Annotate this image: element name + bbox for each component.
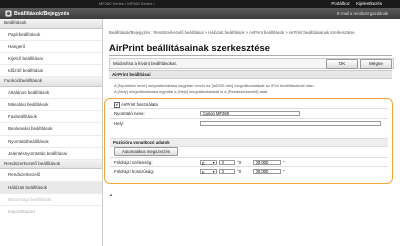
longitude-degrees-input[interactable] <box>219 168 235 174</box>
latitude-minutes-prefix: °0 <box>237 160 242 165</box>
latitude-suffix: " <box>283 160 285 165</box>
breadcrumb: Beállítások/Bejegyzés : Rendszerkezelő b… <box>109 30 355 35</box>
longitude-suffix: " <box>283 169 285 174</box>
section-title: AirPrint beállításai <box>112 72 151 77</box>
row-divider <box>110 157 388 158</box>
sidebar-item-volume[interactable]: Hangerő <box>0 41 102 53</box>
sidebar-item-paper-settings[interactable]: Papírbeállítások <box>0 29 102 41</box>
note-printer-name: A [Nyomtató neve] megváltoztatása nagyba… <box>114 83 315 88</box>
sidebar-item-general-settings[interactable]: Általános beállítások <box>0 87 102 99</box>
location-input[interactable] <box>200 120 381 126</box>
sidebar-item-printer-settings[interactable]: Nyomtatóbeállítások <box>0 136 102 148</box>
chevron-down-icon: ▼ <box>212 169 216 174</box>
back-to-top-icon[interactable]: ▲ <box>109 192 113 197</box>
latitude-direction-select[interactable]: É ▼ <box>200 159 217 166</box>
title-divider <box>109 55 392 56</box>
portal-link[interactable]: Portálhoz <box>331 1 350 6</box>
sidebar-item-import-export[interactable]: Import/Export <box>0 206 102 217</box>
logout-link[interactable]: Kijelentkezés <box>356 1 382 6</box>
product-name: MF260 Series / MF260 Series / <box>99 1 155 7</box>
sidebar-item-network-settings[interactable]: Hálózati beállítások <box>0 181 102 194</box>
sidebar-item-display-settings[interactable]: Kijelző beállításai <box>0 53 102 66</box>
printer-name-input[interactable] <box>200 110 300 116</box>
email-admin-link[interactable]: E-mail a rendszergazdának <box>337 11 388 16</box>
row-divider <box>110 108 388 109</box>
sidebar-item-scan-settings[interactable]: Beolvasási beállítások <box>0 123 102 136</box>
sidebar-item-timer-settings[interactable]: Időzítő beállításai <box>0 65 102 78</box>
sidebar-header-function-settings: Funkcióbeállítások <box>0 77 102 87</box>
printer-name-label: Nyomtató neve: <box>114 111 145 116</box>
header-bar: Beállítások/Bejegyzés E-mail a rendszerg… <box>0 8 400 19</box>
section-header: AirPrint beállításai <box>109 70 392 79</box>
longitude-seconds-input[interactable] <box>253 168 281 174</box>
sidebar: Beállítások Papírbeállítások Hangerő Kij… <box>0 19 103 246</box>
sidebar-item-system-admin[interactable]: Rendszerkezelő <box>0 169 102 182</box>
settings-icon <box>5 10 12 17</box>
top-links: Portálhoz Kijelentkezés <box>326 1 382 6</box>
airprint-checkbox-label: AirPrint használata <box>121 102 158 107</box>
row-divider <box>110 118 388 119</box>
sidebar-item-fax-settings[interactable]: Faxbeállítások <box>0 111 102 124</box>
page-title: AirPrint beállításainak szerkesztése <box>109 43 271 54</box>
latitude-degrees-input[interactable] <box>219 159 235 165</box>
chevron-down-icon: ▼ <box>212 160 216 165</box>
position-section-header: Pozícióra vonatkozó adatok <box>110 138 388 147</box>
ok-button[interactable]: OK <box>326 58 358 69</box>
cancel-button[interactable]: Mégse <box>360 58 392 69</box>
top-bar: MF260 Series / MF260 Series / Portálhoz … <box>0 0 400 8</box>
latitude-seconds-input[interactable] <box>253 159 281 165</box>
row-divider <box>110 166 388 167</box>
note-location: A [Hely] megváltoztatása egyúttal a [Hel… <box>114 89 269 94</box>
longitude-label: Földrajzi hosszúság: <box>114 169 155 174</box>
position-section-title: Pozícióra vonatkozó adatok <box>113 140 170 145</box>
longitude-direction-select[interactable]: K ▼ <box>200 168 217 175</box>
sidebar-header-admin-settings: Rendszerkezelő beállítások <box>0 159 102 170</box>
location-label: Hely: <box>114 121 125 126</box>
sidebar-item-security-settings[interactable]: Biztonsági beállítások <box>0 194 102 206</box>
latitude-label: Földrajzi szélesség: <box>114 160 153 165</box>
page-header-title: Beállítások/Bejegyzés <box>14 10 70 17</box>
sidebar-header-settings: Beállítások <box>0 19 102 29</box>
sidebar-item-report-print-settings[interactable]: Jelentésnyomtatás beállításai <box>0 148 102 160</box>
auto-acquire-button[interactable]: Automatikus megszerzés <box>114 147 178 156</box>
sidebar-item-copy-settings[interactable]: Másolási beállítások <box>0 99 102 112</box>
longitude-minutes-prefix: °0 <box>237 169 242 174</box>
changes-text: Módosítsa a kívánt beállításokat. <box>113 61 177 66</box>
